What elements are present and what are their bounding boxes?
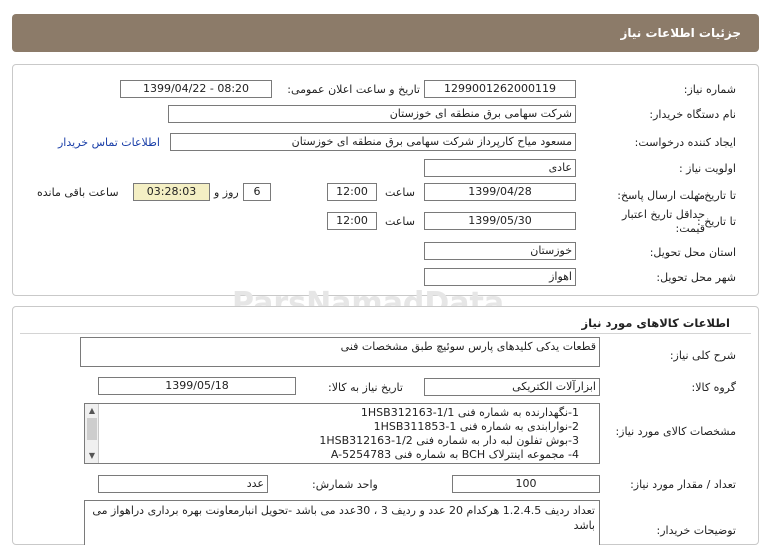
deadline-time-field: 12:00: [327, 183, 377, 201]
buyer-notes-label: توضیحات خریدار:: [656, 524, 737, 537]
goods-group-field: ابزارآلات الکتریکی: [424, 378, 600, 396]
city-field: اهواز: [424, 268, 576, 286]
specs-scrollbar[interactable]: ▲ ▼: [85, 404, 99, 463]
spec-line: 4- مجموعه اینترلاک BCH به شماره فنی A-52…: [330, 448, 579, 461]
deadline-label: مهلت ارسال پاسخ:: [617, 189, 705, 202]
deadline-date-field: 1399/04/28: [424, 183, 576, 201]
spec-line: 3-بوش تفلون لبه دار به شماره فنی 1HSB312…: [319, 434, 579, 447]
need-number-field: 1299001262000119: [424, 80, 576, 98]
validity-until-label: تا تاریخ :: [697, 215, 736, 228]
remaining-time-field: 03:28:03: [133, 183, 210, 201]
scroll-up-icon[interactable]: ▲: [85, 404, 99, 418]
remaining-days-field: 6: [243, 183, 271, 201]
creator-label: ایجاد کننده درخواست:: [634, 136, 736, 149]
priority-label: اولویت نیاز :: [678, 162, 736, 175]
page-title: جزئیات اطلاعات نیاز: [12, 14, 759, 52]
buyer-notes-field: تعداد ردیف 1.2.4.5 هرکدام 20 عدد و ردیف …: [84, 500, 600, 545]
validity-time-field: 12:00: [327, 212, 377, 230]
province-field: خوزستان: [424, 242, 576, 260]
spec-line: 1-نگهدارنده به شماره فنی 1HSB312163-1/1: [360, 406, 579, 419]
summary-label: شرح کلی نیاز:: [669, 349, 736, 362]
summary-field: قطعات یدکی کلیدهای پارس سوئیچ طبق مشخصات…: [80, 337, 600, 367]
scroll-down-icon[interactable]: ▼: [85, 449, 99, 463]
unit-field: عدد: [98, 475, 268, 493]
goods-divider: [20, 333, 751, 334]
deadline-until-label: تا تاریخ :: [697, 189, 736, 202]
need-date-label: تاریخ نیاز به کالا:: [328, 381, 403, 394]
need-number-label: شماره نیاز:: [683, 83, 736, 96]
announce-datetime-field: 1399/04/22 - 08:20: [120, 80, 272, 98]
spec-line: 2-نوارابندی به شماره فنی 1HSB311853-1: [373, 420, 579, 433]
unit-label: واحد شمارش:: [312, 478, 378, 491]
province-label: استان محل تحویل:: [649, 246, 736, 259]
specs-label: مشخصات کالای مورد نیاز:: [615, 425, 736, 438]
need-info-panel: [12, 64, 759, 296]
price-validity-label: حداقل تاریخ اعتبار قیمت:: [621, 208, 705, 235]
validity-date-field: 1399/05/30: [424, 212, 576, 230]
buyer-org-field: شرکت سهامی برق منطقه ای خوزستان: [168, 105, 576, 123]
scroll-thumb[interactable]: [87, 418, 97, 440]
specs-listbox[interactable]: ▲ ▼ 1-نگهدارنده به شماره فنی 1HSB312163-…: [84, 403, 600, 464]
announce-datetime-label: تاریخ و ساعت اعلان عمومی:: [287, 83, 420, 96]
creator-field: مسعود میاح کارپرداز شرکت سهامی برق منطقه…: [170, 133, 576, 151]
quantity-field: 100: [452, 475, 600, 493]
deadline-time-label: ساعت: [385, 186, 415, 199]
remaining-time-label: ساعت باقی مانده: [37, 186, 119, 199]
goods-section-title: اطلاعات کالاهای مورد نیاز: [581, 316, 730, 330]
city-label: شهر محل تحویل:: [656, 271, 736, 284]
buyer-org-label: نام دستگاه خریدار:: [649, 108, 736, 121]
days-label: روز و: [214, 186, 239, 199]
buyer-contact-link[interactable]: اطلاعات تماس خریدار: [58, 136, 160, 149]
goods-group-label: گروه کالا:: [691, 381, 736, 394]
priority-field: عادی: [424, 159, 576, 177]
quantity-label: تعداد / مقدار مورد نیاز:: [630, 478, 736, 491]
validity-time-label: ساعت: [385, 215, 415, 228]
need-date-field: 1399/05/18: [98, 377, 296, 395]
